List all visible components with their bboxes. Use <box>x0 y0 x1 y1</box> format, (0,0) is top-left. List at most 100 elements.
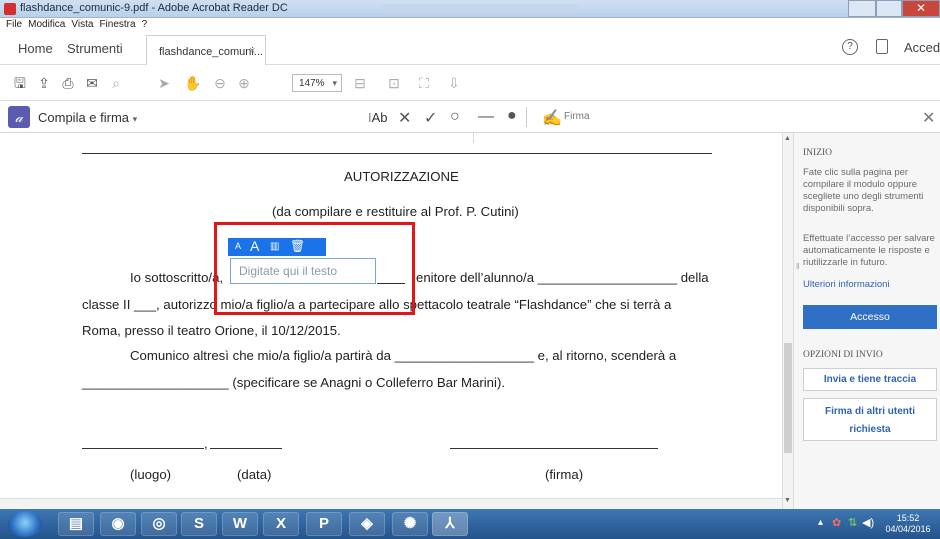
app-icon[interactable]: ◈ <box>349 512 385 536</box>
print-icon[interactable]: ⎙ <box>60 75 76 91</box>
decrease-font-button[interactable]: A <box>235 241 241 251</box>
full-screen-icon[interactable]: ⛶ <box>416 75 432 91</box>
menu-bar: File Modifica Vista Finestra? <box>0 18 940 31</box>
zoom-in-icon[interactable]: ⊕ <box>236 75 252 91</box>
zoom-out-icon[interactable]: ⊖ <box>212 75 228 91</box>
system-clock[interactable]: 15:52 04/04/2016 <box>880 513 936 535</box>
panel-access-text: Effettuate l’accesso per salvare automat… <box>803 233 935 268</box>
divider <box>526 107 527 127</box>
panel-start-heading: INIZIO <box>803 148 833 158</box>
trash-icon[interactable]: 🗑 <box>290 239 305 253</box>
network-app-icon[interactable]: ✺ <box>392 512 428 536</box>
menu-finestra[interactable]: Finestra <box>99 19 135 30</box>
upload-icon[interactable]: ⇪ <box>36 75 52 91</box>
document-line3: Roma, presso il teatro Orione, il 10/12/… <box>82 323 341 338</box>
sign-others-button[interactable]: Firma di altri utenti richiesta <box>803 398 937 441</box>
scroll-thumb[interactable] <box>784 343 792 453</box>
search-icon[interactable]: ⌕ <box>108 75 124 91</box>
circle-icon[interactable]: ○ <box>450 108 460 126</box>
main-toolbar: 🖫 ⇪ ⎙ ✉ ⌕ ➤ ✋ ⊖ ⊕ 147% ▾ ⊟ ⊡ ⛶ ⇩ <box>0 65 940 101</box>
horizontal-scrollbar[interactable] <box>0 498 782 509</box>
blurred-title-area <box>380 4 580 13</box>
zoom-select[interactable]: 147% ▾ <box>292 74 342 92</box>
menu-help[interactable]: ? <box>142 19 148 30</box>
acrobat-app-icon <box>4 3 16 15</box>
line-icon[interactable]: — <box>478 108 494 126</box>
close-fill-sign-icon[interactable]: ✕ <box>922 108 935 128</box>
windows-taskbar: ▤ ◉ ◎ S W X P ◈ ✺ ⅄ ▴ ✿ ⇅ ◀) 15:52 04/04… <box>0 509 940 539</box>
panel-collapse-handle[interactable]: ‖ <box>796 262 799 271</box>
text-field-input[interactable]: Digitate qui il testo <box>230 258 376 284</box>
chevron-down-icon: ▾ <box>132 114 138 124</box>
panel-send-heading: OPZIONI DI INVIO <box>803 350 883 360</box>
minimize-button[interactable] <box>848 0 876 17</box>
tab-document-label: flashdance_comuni... <box>159 46 263 58</box>
mobile-link-icon[interactable] <box>876 39 888 54</box>
fill-sign-label: Compila e firma <box>38 110 130 125</box>
add-text-tool-label: Ab <box>371 110 388 125</box>
access-button[interactable]: Accesso <box>803 305 937 329</box>
vertical-scrollbar[interactable]: ▲ ▼ <box>782 133 793 509</box>
volume-icon[interactable]: ◀) <box>862 516 874 529</box>
tab-bar: Home Strumenti flashdance_comuni... × ? … <box>0 31 940 65</box>
rotate-icon[interactable]: ⊡ <box>386 75 402 91</box>
email-icon[interactable]: ✉ <box>84 75 100 91</box>
nav-tools[interactable]: Strumenti <box>67 41 123 56</box>
increase-font-button[interactable]: A <box>250 238 259 254</box>
close-window-button[interactable]: ✕ <box>902 0 940 17</box>
add-text-tool[interactable]: IAb <box>368 110 388 125</box>
signature-pen-icon[interactable]: ✍ <box>542 108 562 128</box>
chrome-icon[interactable]: ◎ <box>141 512 177 536</box>
place-line <box>82 448 204 449</box>
help-icon[interactable]: ? <box>842 39 858 55</box>
start-button[interactable] <box>8 511 42 537</box>
field-toolbar: A A ▥ 🗑 <box>228 238 326 256</box>
fill-sign-menu[interactable]: Compila e firma ▾ <box>38 110 137 125</box>
top-rule <box>82 153 712 154</box>
label-signature: (firma) <box>545 467 584 482</box>
excel-icon[interactable]: X <box>263 512 299 536</box>
fill-sign-pen-icon: 𝒶 <box>8 106 30 128</box>
skype-icon[interactable]: S <box>181 512 217 536</box>
nav-home[interactable]: Home <box>18 41 53 56</box>
fill-sign-bar: 𝒶 Compila e firma ▾ IAb ✕ ✓ ○ — ● ✍ Firm… <box>0 101 940 133</box>
check-mark-icon[interactable]: ✓ <box>424 108 437 128</box>
date-line <box>210 448 282 449</box>
clock-time: 15:52 <box>896 513 920 523</box>
scroll-down-icon[interactable]: ▼ <box>784 497 791 504</box>
sign-tool-label[interactable]: Firma <box>564 111 590 122</box>
menu-vista[interactable]: Vista <box>71 19 93 30</box>
acrobat-taskbar-icon[interactable]: ⅄ <box>432 512 468 536</box>
tab-document[interactable]: flashdance_comuni... × <box>146 35 266 65</box>
document-line1-end: enitore dell’alunno/a __________________… <box>416 270 709 285</box>
panel-start-text: Fate clic sulla pagina per compilare il … <box>803 167 924 214</box>
select-cursor-icon[interactable]: ➤ <box>156 75 172 91</box>
label-place: (luogo) <box>130 467 172 482</box>
menu-file[interactable]: File <box>6 19 22 30</box>
document-page[interactable] <box>0 133 782 509</box>
scroll-up-icon[interactable]: ▲ <box>784 135 791 142</box>
send-track-button[interactable]: Invia e tiene traccia <box>803 368 937 391</box>
menu-modifica[interactable]: Modifica <box>28 19 65 30</box>
tray-app-icon[interactable]: ✿ <box>832 516 841 529</box>
network-icon[interactable]: ⇅ <box>848 516 857 529</box>
firefox-icon[interactable]: ◉ <box>100 512 136 536</box>
cross-mark-icon[interactable]: ✕ <box>398 108 411 128</box>
scroll-mode-icon[interactable]: ⇩ <box>446 75 462 91</box>
hand-tool-icon[interactable]: ✋ <box>184 75 201 91</box>
comb-field-icon[interactable]: ▥ <box>270 241 279 252</box>
word-icon[interactable]: W <box>222 512 258 536</box>
powerpoint-icon[interactable]: P <box>306 512 342 536</box>
tray-arrow-icon[interactable]: ▴ <box>818 517 823 528</box>
sign-in-link[interactable]: Accedi <box>904 40 940 55</box>
fit-page-icon[interactable]: ⊟ <box>352 75 368 91</box>
dot-icon[interactable]: ● <box>507 107 517 125</box>
window-title-bar: flashdance_comunic-9.pdf - Adobe Acrobat… <box>0 0 940 18</box>
explorer-folder-icon[interactable]: ▤ <box>58 512 94 536</box>
save-icon[interactable]: 🖫 <box>12 75 28 91</box>
document-subheading: (da compilare e restituire al Prof. P. C… <box>272 204 519 219</box>
document-line5: ____________________ (specificare se Ana… <box>82 375 506 390</box>
maximize-button[interactable] <box>876 0 902 17</box>
more-info-link[interactable]: Ulteriori informazioni <box>803 279 890 291</box>
tab-close-icon[interactable]: × <box>249 45 255 57</box>
